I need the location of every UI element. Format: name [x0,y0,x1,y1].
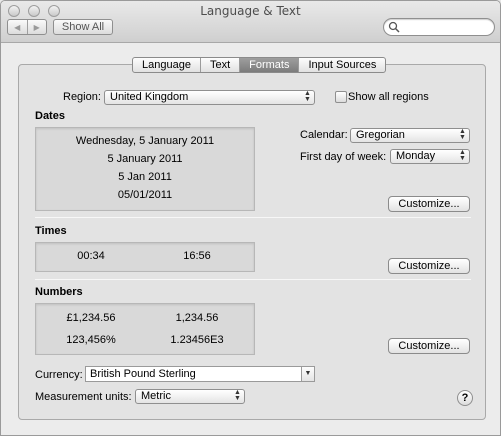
dates-separator [35,217,471,218]
currency-sample: £1,234.56 [66,312,116,324]
title-bar: Language & Text ◀ ▶ Show All [1,1,500,43]
first-day-value: Monday [396,150,436,162]
currency-value: British Pound Sterling [90,368,196,380]
date-medium-sample: 5 Jan 2011 [118,171,172,183]
help-button[interactable]: ? [457,390,473,406]
popup-arrows-icon: ▲ ▼ [459,128,466,141]
measurement-label: Measurement units: [35,391,132,403]
date-full-sample: Wednesday, 5 January 2011 [75,135,215,147]
calendar-popup[interactable]: Gregorian ▲ ▼ [350,128,470,143]
dates-heading: Dates [35,110,65,122]
currency-combo-box[interactable]: British Pound Sterling ▼ [85,366,315,382]
measurement-popup[interactable]: Metric ▲ ▼ [135,389,245,404]
tab-formats[interactable]: Formats [239,58,299,72]
tab-text[interactable]: Text [199,58,239,72]
measurement-value: Metric [141,390,171,402]
forward-arrow-icon[interactable]: ▶ [26,20,47,34]
scientific-sample: 1.23456E3 [170,334,224,346]
show-all-regions-label: Show all regions [348,91,429,103]
numbers-sample-box: £1,234.56 1,234.56 123,456% 1.23456E3 [35,303,255,355]
search-field[interactable] [383,18,495,36]
region-popup[interactable]: United Kingdom ▲ ▼ [104,90,315,105]
region-value: United Kingdom [110,91,189,103]
currency-label: Currency: [35,369,83,381]
time-short-sample: 00:34 [77,250,105,262]
numbers-customize-button[interactable]: Customize... [388,338,470,354]
dates-customize-button[interactable]: Customize... [388,196,470,212]
date-long-sample: 5 January 2011 [107,153,183,165]
search-icon [388,21,400,33]
popup-arrows-icon: ▲ ▼ [304,90,311,103]
times-sample-box: 00:34 16:56 [35,242,255,272]
dates-sample-box: Wednesday, 5 January 2011 5 January 2011… [35,127,255,211]
percent-sample: 123,456% [66,334,116,346]
navigation-buttons: ◀ ▶ [7,19,47,35]
popup-arrows-icon: ▲ ▼ [234,389,241,402]
time-long-sample: 16:56 [183,250,211,262]
tab-input-sources[interactable]: Input Sources [298,58,385,72]
first-day-label: First day of week: [300,151,387,163]
times-customize-button[interactable]: Customize... [388,258,470,274]
show-all-regions-checkbox[interactable] [335,91,347,103]
first-day-popup[interactable]: Monday ▲ ▼ [390,149,470,164]
numbers-heading: Numbers [35,286,83,298]
tab-bar: Language Text Formats Input Sources [132,57,387,73]
popup-arrows-icon: ▲ ▼ [459,149,466,162]
date-short-sample: 05/01/2011 [117,189,173,201]
window: Language & Text ◀ ▶ Show All Language Te… [0,0,501,436]
back-arrow-icon[interactable]: ◀ [8,20,27,34]
calendar-label: Calendar: [300,129,348,141]
chevron-down-icon[interactable]: ▼ [301,367,314,381]
show-all-button[interactable]: Show All [53,19,113,35]
window-title: Language & Text [200,4,301,18]
calendar-value: Gregorian [356,129,405,141]
times-separator [35,279,471,280]
times-heading: Times [35,225,67,237]
region-label: Region: [63,91,101,103]
decimal-sample: 1,234.56 [175,312,219,324]
tab-language[interactable]: Language [133,58,200,72]
